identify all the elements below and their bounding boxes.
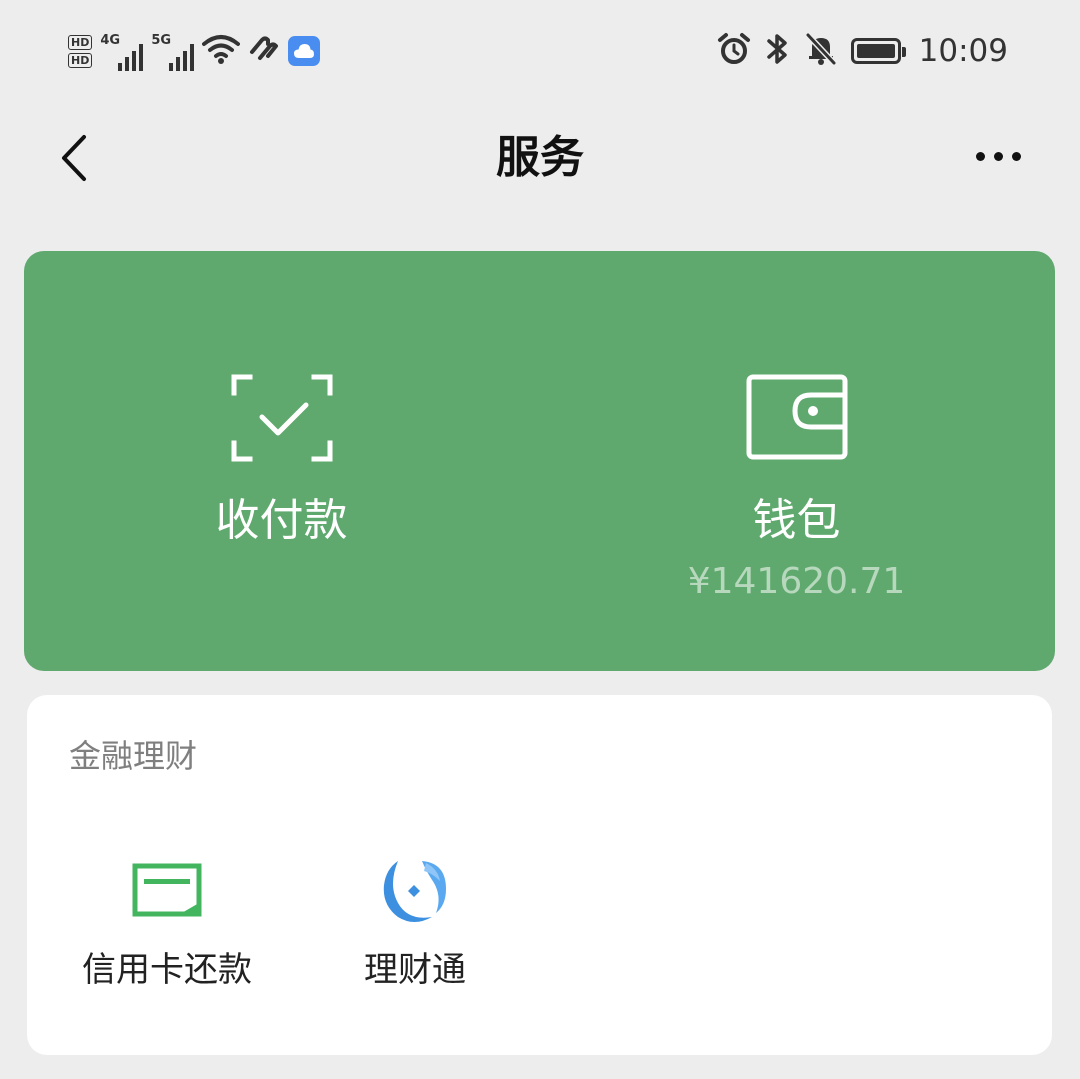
credit-card-repay-button[interactable]: 信用卡还款 xyxy=(47,845,287,1005)
status-bar: HD HD 4G 5G 10:09 xyxy=(0,0,1080,100)
network-type-2: 5G xyxy=(151,33,172,48)
wallet-button[interactable]: 钱包 ¥141620.71 xyxy=(539,251,1054,671)
signal-4g-icon: 4G xyxy=(100,31,144,71)
receive-pay-label: 收付款 xyxy=(215,495,348,546)
battery-icon xyxy=(850,38,906,64)
alarm-icon xyxy=(717,32,751,70)
scan-check-icon xyxy=(231,374,332,462)
licaitong-icon xyxy=(380,855,450,925)
sim2-hd-label: HD xyxy=(68,52,93,68)
signal-5g-icon: 5G xyxy=(151,31,195,71)
wallet-label: 钱包 xyxy=(752,495,841,546)
network-type-1: 4G xyxy=(100,33,121,48)
page-title: 服务 xyxy=(496,132,584,183)
wifi-icon xyxy=(202,33,241,69)
sim1-hd-label: HD xyxy=(68,34,93,50)
finance-section-title: 金融理财 xyxy=(69,737,198,775)
credit-card-repay-label: 信用卡还款 xyxy=(82,950,252,990)
licaitong-label: 理财通 xyxy=(364,950,466,990)
nfc-icon xyxy=(248,34,280,68)
status-left: HD HD 4G 5G xyxy=(68,28,321,74)
clock: 10:09 xyxy=(918,33,1008,69)
more-button[interactable] xyxy=(968,136,1028,176)
receive-pay-button[interactable]: 收付款 xyxy=(24,251,539,671)
wallet-icon xyxy=(746,374,847,460)
hd-icon: HD HD xyxy=(68,34,93,68)
wallet-balance: ¥141620.71 xyxy=(687,561,906,602)
mute-bell-icon xyxy=(805,32,837,70)
bluetooth-icon xyxy=(765,31,791,71)
status-right: 10:09 xyxy=(717,28,1008,74)
licaitong-button[interactable]: 理财通 xyxy=(295,845,535,1005)
finance-section: 金融理财 信用卡还款 理财通 xyxy=(27,695,1052,1055)
more-dots-icon xyxy=(975,151,985,161)
cloud-icon xyxy=(288,36,321,66)
credit-card-icon xyxy=(132,855,202,925)
payment-card: 收付款 钱包 ¥141620.71 xyxy=(24,251,1055,671)
